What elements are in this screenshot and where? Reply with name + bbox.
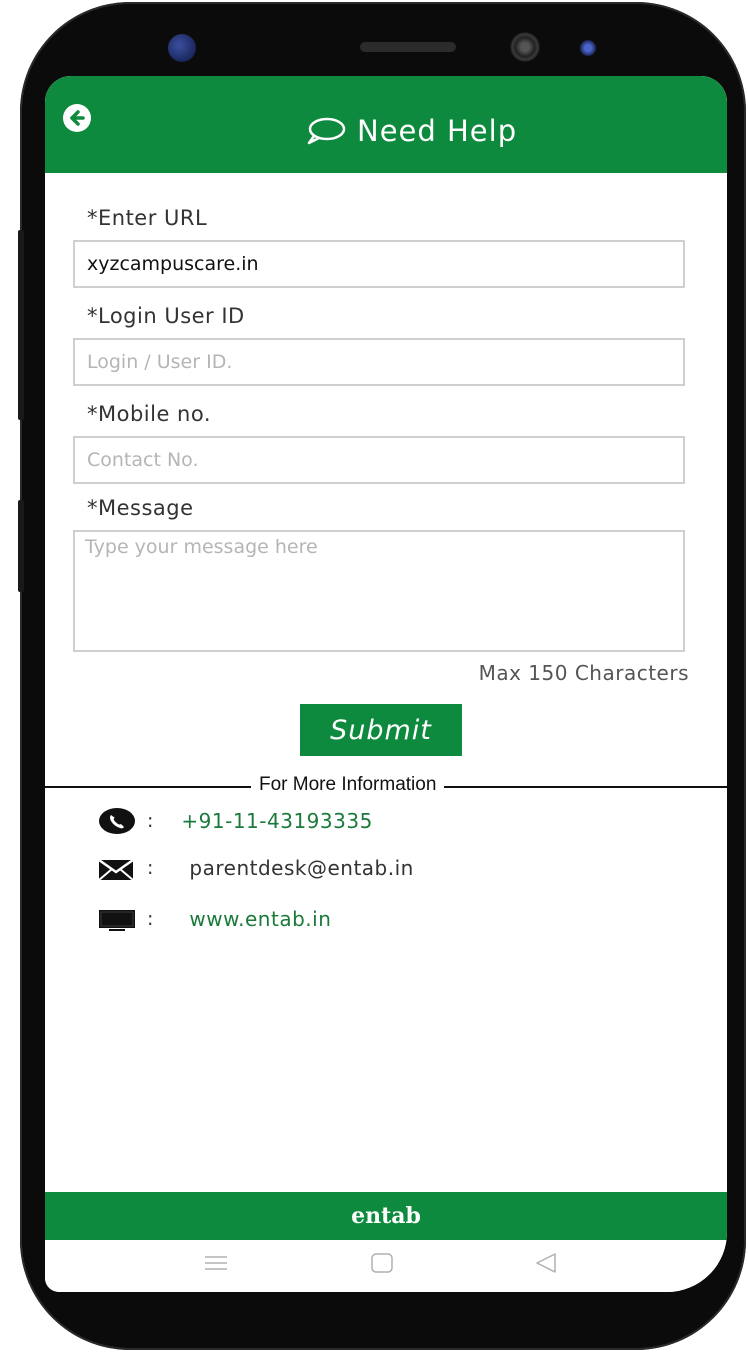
mobile-number-input[interactable]: [75, 438, 683, 482]
website-link[interactable]: www.entab.in: [189, 907, 331, 931]
phone-number-link[interactable]: +91-11-43193335: [181, 809, 372, 833]
mobile-label: *Mobile no.: [87, 402, 212, 426]
monitor-icon: [99, 910, 135, 931]
message-field-box: [73, 530, 685, 652]
message-textarea[interactable]: [75, 532, 683, 650]
front-sensor-icon: [168, 34, 196, 62]
app-header: Need Help: [45, 76, 727, 173]
submit-button[interactable]: Submit: [300, 704, 462, 756]
phone-row: : +91-11-43193335: [97, 806, 373, 836]
arrow-left-icon: [70, 110, 85, 126]
more-info-heading: For More Information: [251, 774, 445, 796]
email-link[interactable]: parentdesk@entab.in: [189, 856, 413, 880]
mobile-field-box: [73, 436, 685, 484]
back-nav-icon[interactable]: [533, 1252, 559, 1274]
email-colon: :: [147, 857, 154, 879]
app-footer: entab: [45, 1192, 727, 1240]
header-title-group: Need Help: [303, 114, 517, 148]
url-input[interactable]: [75, 242, 683, 286]
home-icon[interactable]: [369, 1252, 395, 1274]
menu-icon[interactable]: [203, 1252, 229, 1274]
website-colon: :: [147, 908, 154, 930]
phone-colon: :: [147, 810, 154, 832]
back-button[interactable]: [63, 104, 91, 132]
system-nav-bar: [45, 1240, 727, 1292]
envelope-icon: [98, 858, 134, 881]
chat-bubble-icon: [307, 117, 346, 145]
front-camera-icon: [510, 32, 540, 62]
url-field-box: [73, 240, 685, 288]
login-label: *Login User ID: [87, 304, 245, 328]
earpiece-speaker: [360, 42, 456, 52]
entab-logo: entab: [351, 1203, 421, 1229]
website-row: : www.entab.in: [97, 906, 331, 932]
url-label: *Enter URL: [87, 206, 208, 230]
login-user-id-input[interactable]: [75, 340, 683, 384]
message-label: *Message: [87, 496, 194, 520]
phone-power-button: [18, 500, 24, 592]
login-field-box: [73, 338, 685, 386]
proximity-sensor-icon: [580, 40, 596, 56]
page-title: Need Help: [357, 114, 518, 148]
phone-icon: [99, 808, 135, 834]
phone-volume-button: [18, 230, 24, 420]
email-row: : parentdesk@entab.in: [97, 854, 414, 882]
max-characters-hint: Max 150 Characters: [478, 661, 689, 685]
app-screen: Need Help *Enter URL *Login User ID *Mob…: [45, 76, 727, 1292]
